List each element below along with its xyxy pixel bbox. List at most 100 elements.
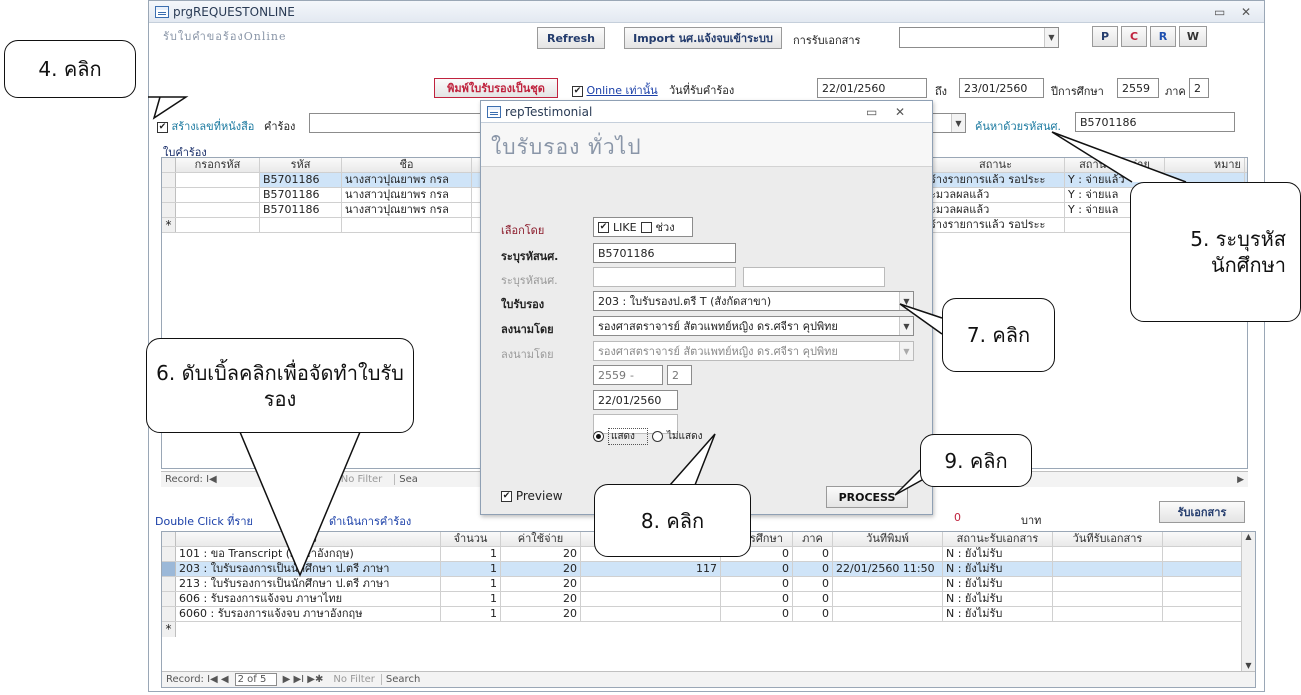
main-window-title: prgREQUESTONLINE [173, 4, 295, 19]
print-batch-button[interactable]: พิมพ์ใบรับรองเป็นชุด [434, 78, 558, 98]
cert-record-bar[interactable]: Record: I◀ ◀ 2 of 5 ▶ ▶I ▶✱ No Filter Se… [162, 671, 1255, 687]
online-only-check[interactable]: ✔ [572, 85, 583, 97]
chevron-down-icon[interactable]: ▼ [899, 292, 913, 310]
scroll-up-icon[interactable]: ▲ [1242, 532, 1255, 541]
col-pay-status[interactable]: สถานะการจ่าย [1065, 158, 1165, 172]
col-fill-id[interactable]: กรอกรหัส [176, 158, 260, 172]
academic-year-input[interactable]: 2559 [1117, 78, 1159, 98]
callout-step-5-line2: นักศึกษา [1211, 253, 1286, 277]
year-input[interactable]: 2559 - [593, 365, 663, 385]
new-row[interactable]: * [162, 622, 1255, 637]
student-id-label: ระบุรหัสนศ. [501, 250, 559, 263]
signed-by-label-disabled: ลงนามโดย [501, 348, 554, 361]
close-icon[interactable]: ✕ [1241, 5, 1251, 19]
w-button[interactable]: W [1179, 26, 1207, 47]
r-button[interactable]: R [1150, 26, 1176, 47]
chevron-down-icon[interactable]: ▼ [899, 342, 913, 360]
callout-step-9: 9. คลิก [920, 434, 1032, 487]
chevron-down-icon[interactable]: ▼ [899, 317, 913, 335]
search-by-id-label: ค้นหาด้วยรหัสนศ. [975, 120, 1061, 133]
callout-step-4: 4. คลิก [4, 40, 136, 98]
preview-check[interactable]: ✔ [501, 491, 512, 502]
col-status[interactable]: สถานะ [927, 158, 1065, 172]
record-number-input[interactable]: 2 of 5 [234, 673, 277, 686]
record-nav-next[interactable]: ▶ ▶I ▶✱ [283, 674, 324, 685]
table-row[interactable]: 213 : ใบรับรองการเป็นนักศึกษา ป.ตรี ภาษา… [162, 577, 1255, 592]
process-button[interactable]: PROCESS [826, 486, 908, 508]
col-name[interactable]: ชื่อ [342, 158, 472, 172]
no-filter-label[interactable]: No Filter [341, 474, 383, 485]
minimize-icon[interactable]: ▭ [866, 105, 877, 119]
import-button[interactable]: Import นศ.แจ้งจบเข้าระบบ [624, 27, 782, 49]
search-label[interactable]: Sea [394, 474, 418, 485]
student-id-input[interactable]: B5701186 [593, 243, 736, 263]
create-doc-no-checkbox[interactable]: ✔ สร้างเลขที่หนังสือ [157, 117, 254, 135]
col-qty[interactable]: จำนวน [441, 532, 501, 546]
signed-by-value-disabled: รองศาสตราจารย์ สัตวแพทย์หญิง ดร.ศจีรา คุ… [598, 345, 838, 358]
vertical-scrollbar[interactable]: ▲ ▼ [1241, 532, 1255, 672]
table-row[interactable]: 6060 : รับรองการแจ้งจบ ภาษาอังกฤษ 1 20 0… [162, 607, 1255, 622]
col-cert-name[interactable]: รอง [176, 532, 441, 546]
signed-by-combo[interactable]: รองศาสตราจารย์ สัตวแพทย์หญิง ดร.ศจีรา คุ… [593, 316, 914, 336]
scroll-right-icon[interactable]: ▶ [1237, 475, 1244, 485]
table-row[interactable]: 606 : รับรองการแจ้งจบ ภาษาไทย 1 20 0 0 N… [162, 592, 1255, 607]
double-click-label: Double Click ที่ราย [155, 515, 253, 528]
col-id[interactable]: รหัส [260, 158, 342, 172]
like-checkbox[interactable]: ✔ [598, 221, 609, 233]
request-input[interactable] [309, 113, 499, 133]
table-row-selected[interactable]: 203 : ใบรับรองการเป็นนักศึกษา ป.ตรี ภาษา… [162, 562, 1255, 577]
cert-combo[interactable]: 203 : ใบรับรองป.ตรี T (สังกัดสาขา) ▼ [593, 291, 914, 311]
c-button[interactable]: C [1121, 26, 1147, 47]
student-id-from-input[interactable] [593, 267, 736, 287]
student-id-to-input[interactable] [743, 267, 885, 287]
record-nav-label[interactable]: Record: I◀ ◀ [166, 674, 229, 685]
term-input[interactable]: 2 [1189, 78, 1209, 98]
col-note[interactable]: หมาย [1165, 158, 1245, 172]
col-doc-received[interactable]: วันที่รับเอกสาร [1053, 532, 1163, 546]
col-term[interactable]: ภาค [793, 532, 833, 546]
signed-by-combo-disabled[interactable]: รองศาสตราจารย์ สัตวแพทย์หญิง ดร.ศจีรา คุ… [593, 341, 914, 361]
show-radio[interactable] [593, 430, 604, 442]
no-filter-label[interactable]: No Filter [333, 674, 375, 685]
chevron-down-icon[interactable]: ▼ [951, 114, 965, 132]
create-doc-no-check[interactable]: ✔ [157, 121, 168, 133]
callout-step-5: 5. ระบุรหัส นักศึกษา [1130, 182, 1301, 322]
date-received-label: วันที่รับคำร้อง [669, 84, 735, 97]
rep-testimonial-dialog: repTestimonial ▭ ✕ ใบรับรอง ทั่วไป เลือก… [480, 100, 933, 515]
col-printed[interactable]: วันที่พิมพ์ [833, 532, 943, 546]
year-term-dash: - [630, 368, 634, 382]
new-row-marker: * [162, 218, 176, 232]
col-cost[interactable]: ค่าใช้จ่าย [501, 532, 581, 546]
hide-radio[interactable] [651, 430, 663, 442]
callout-step-5-line1: 5. ระบุรหัส [1190, 227, 1286, 251]
form-icon [155, 5, 169, 18]
term-input[interactable]: 2 [667, 365, 692, 385]
refresh-button[interactable]: Refresh [537, 27, 605, 49]
receive-doc-button[interactable]: รับเอกสาร [1159, 501, 1245, 523]
date-to-input[interactable]: 23/01/2560 [959, 78, 1044, 98]
col-doc-status[interactable]: สถานะรับเอกสาร [943, 532, 1053, 546]
dialog-heading: ใบรับรอง ทั่วไป [491, 135, 642, 159]
date-input[interactable]: 22/01/2560 [593, 390, 678, 410]
scroll-down-icon[interactable]: ▼ [1242, 661, 1255, 670]
student-id-label-disabled: ระบุรหัสนศ. [501, 274, 558, 287]
minimize-icon[interactable]: ▭ [1214, 5, 1225, 19]
date-from-input[interactable]: 22/01/2560 [817, 78, 927, 98]
chevron-down-icon[interactable]: ▼ [1044, 28, 1058, 47]
select-by-group: ✔ LIKE ช่วง [593, 217, 693, 237]
record-nav-label[interactable]: Record: I◀ [165, 474, 217, 485]
form-icon [487, 105, 501, 118]
preview-checkbox[interactable]: ✔ Preview [501, 489, 563, 503]
search-id-input[interactable]: B5701186 [1075, 112, 1235, 132]
range-checkbox[interactable] [640, 221, 652, 233]
signed-by-value: รองศาสตราจารย์ สัตวแพทย์หญิง ดร.ศจีรา คุ… [598, 320, 838, 333]
online-only-checkbox[interactable]: ✔ Online เท่านั้น [572, 81, 658, 99]
close-icon[interactable]: ✕ [895, 105, 905, 119]
callout-step-6: 6. ดับเบิ้ลคลิกเพื่อจัดทำใบรับรอง [146, 338, 414, 433]
page-title: รับใบคำขอร้องOnline [163, 30, 287, 43]
p-button[interactable]: P [1092, 26, 1118, 47]
search-label[interactable]: Search [380, 674, 420, 685]
doc-receive-combo[interactable]: ▼ [899, 27, 1059, 48]
new-row-marker: * [162, 622, 176, 637]
select-by-label: เลือกโดย [501, 224, 545, 237]
